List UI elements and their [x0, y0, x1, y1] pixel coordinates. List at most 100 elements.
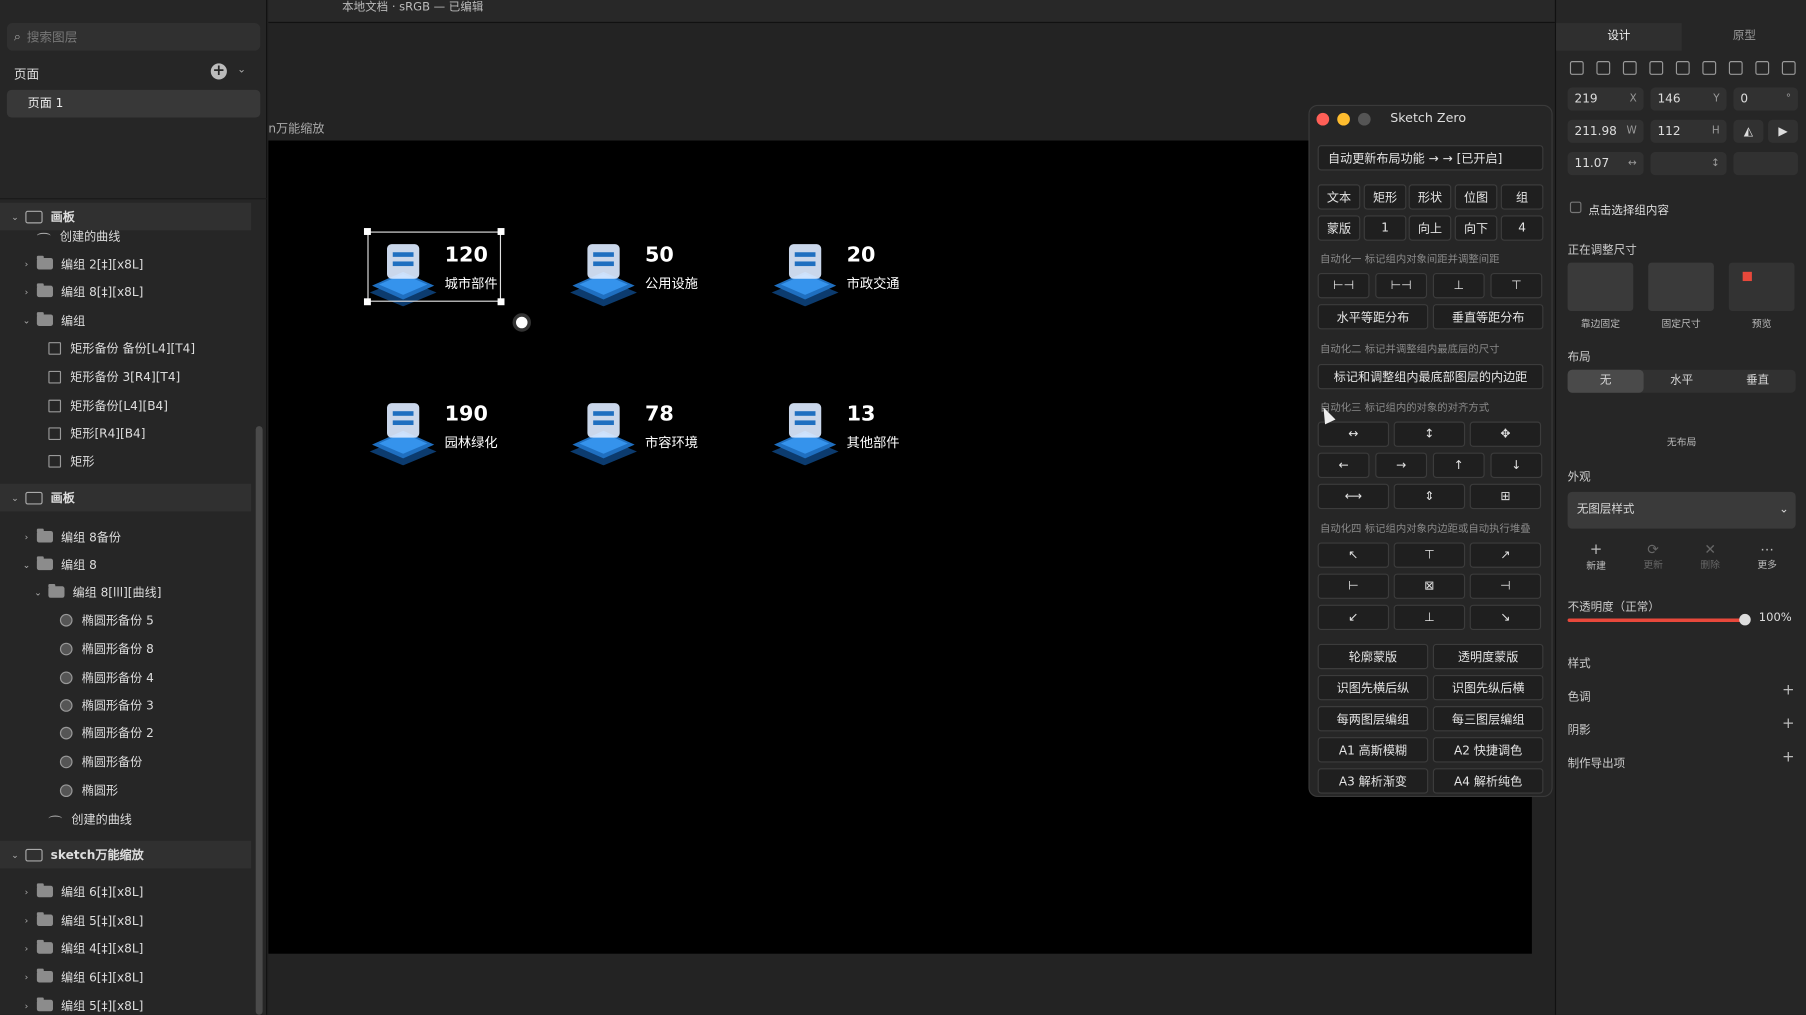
- chevron-down-icon[interactable]: ⌄: [9, 492, 21, 504]
- align-bottom-icon[interactable]: ↓: [1490, 452, 1543, 478]
- layer-row[interactable]: 椭圆形备份 4: [0, 663, 251, 691]
- layer-row[interactable]: › 编组 8备份: [0, 523, 251, 551]
- opacity-value[interactable]: 100%: [1759, 612, 1792, 625]
- new-style-button[interactable]: + 新建: [1586, 541, 1606, 572]
- layer-row[interactable]: 创建的曲线: [0, 805, 251, 833]
- auto-update-button[interactable]: 自动更新布局功能 → → [已开启]: [1317, 145, 1544, 171]
- plugin-button[interactable]: 形状: [1408, 184, 1452, 210]
- distribute-vertical-button[interactable]: 垂直等距分布: [1432, 304, 1544, 330]
- stat-tile[interactable]: 20 市政交通: [769, 233, 942, 314]
- search-input[interactable]: 搜索图层: [27, 28, 78, 46]
- layer-row[interactable]: 椭圆形备份 2: [0, 719, 251, 747]
- plugin-action-button[interactable]: 轮廓蒙版: [1317, 643, 1429, 670]
- plugin-action-button[interactable]: A2 快捷调色: [1432, 737, 1544, 763]
- layer-row[interactable]: › 编组 6[‡][x8L]: [0, 963, 251, 991]
- layer-row[interactable]: 椭圆形: [0, 776, 251, 804]
- click-select-checkbox[interactable]: [1569, 201, 1582, 214]
- delete-style-button[interactable]: ✕ 删除: [1700, 541, 1720, 572]
- chevron-right-icon[interactable]: ›: [21, 258, 33, 270]
- left-icon[interactable]: ⊢: [1317, 573, 1390, 599]
- layout-horizontal[interactable]: 水平: [1644, 370, 1720, 393]
- resize-handle[interactable]: [363, 228, 371, 235]
- resize-handle[interactable]: [497, 298, 505, 306]
- add-page-icon[interactable]: +: [210, 63, 227, 80]
- zoom-window-icon[interactable]: [1357, 112, 1371, 126]
- layer-row[interactable]: ⌄ sketch万能缩放: [0, 840, 252, 869]
- scrollbar[interactable]: [255, 426, 263, 1015]
- fill-height-icon[interactable]: ⇕: [1393, 483, 1466, 510]
- align-vcenter-icon[interactable]: ↕: [1393, 421, 1466, 447]
- layer-row[interactable]: 椭圆形备份 5: [0, 606, 251, 634]
- chevron-down-icon[interactable]: ⌄: [9, 211, 21, 223]
- resize-handle[interactable]: [497, 228, 505, 235]
- layer-row[interactable]: › 编组 2[‡][x8L]: [0, 250, 251, 278]
- distribute-horizontal-button[interactable]: 水平等距分布: [1317, 304, 1429, 330]
- add-export-icon[interactable]: +: [1782, 749, 1795, 766]
- pin-to-edge-option[interactable]: [1567, 262, 1634, 311]
- plugin-button[interactable]: 4: [1500, 215, 1544, 241]
- layer-row[interactable]: ⌄ 编组: [0, 306, 251, 334]
- resize-handle[interactable]: [363, 298, 371, 306]
- layer-row[interactable]: ⌄ 编组 8: [0, 551, 251, 579]
- plugin-button[interactable]: 向下: [1454, 215, 1498, 241]
- layer-style-select[interactable]: 无图层样式 ⌄: [1567, 491, 1796, 529]
- add-tint-icon[interactable]: +: [1782, 682, 1795, 699]
- layer-row[interactable]: ⌄ 画板: [0, 483, 252, 512]
- align-icon[interactable]: [1702, 61, 1717, 75]
- chevron-right-icon[interactable]: ›: [21, 942, 33, 954]
- layout-none[interactable]: 无: [1567, 369, 1644, 393]
- plugin-button[interactable]: 文本: [1317, 184, 1361, 210]
- plugin-button[interactable]: 1: [1363, 215, 1407, 241]
- layer-row[interactable]: 矩形[R4][B4]: [0, 419, 251, 447]
- layer-row[interactable]: ⌄ 编组 8[lll][曲线]: [0, 578, 251, 606]
- tab-prototype[interactable]: 原型: [1682, 23, 1806, 51]
- layer-row[interactable]: 矩形备份[L4][B4]: [0, 392, 251, 420]
- flip-horizontal-icon[interactable]: ◭: [1733, 119, 1764, 143]
- bottom-right-icon[interactable]: ↘: [1469, 604, 1542, 631]
- align-icon[interactable]: [1728, 61, 1743, 75]
- chevron-down-icon[interactable]: ⌄: [9, 849, 21, 861]
- height-field[interactable]: 112 H: [1650, 119, 1727, 143]
- plugin-button[interactable]: 蒙版: [1317, 215, 1361, 241]
- padding-button[interactable]: 标记和调整组内最底部图层的内边距: [1317, 363, 1544, 390]
- rotate-handle[interactable]: [512, 313, 531, 332]
- preview-option[interactable]: [1728, 262, 1795, 311]
- align-icon[interactable]: [1755, 61, 1770, 75]
- plugin-action-button[interactable]: A1 高斯模糊: [1317, 737, 1429, 763]
- close-window-icon[interactable]: [1316, 112, 1330, 126]
- top-right-icon[interactable]: ↗: [1469, 542, 1542, 568]
- flip-vertical-icon[interactable]: ▶: [1768, 119, 1798, 143]
- opacity-slider[interactable]: [1567, 618, 1750, 622]
- bottom-left-icon[interactable]: ↙: [1317, 604, 1390, 631]
- layer-row[interactable]: 创建的曲线: [0, 222, 251, 250]
- fixed-size-option[interactable]: [1648, 262, 1714, 311]
- top-left-icon[interactable]: ↖: [1317, 542, 1390, 568]
- opacity-slider-thumb[interactable]: [1739, 613, 1751, 626]
- spacing-h-icon[interactable]: ⊢⊣: [1317, 272, 1370, 299]
- plugin-button[interactable]: 组: [1500, 184, 1544, 210]
- align-right-icon[interactable]: →: [1375, 452, 1428, 478]
- spacing-v-icon[interactable]: ⊥: [1432, 272, 1485, 299]
- chevron-down-icon[interactable]: ⌄: [21, 314, 33, 326]
- layer-row[interactable]: 矩形备份 备份[L4][T4]: [0, 334, 251, 362]
- update-style-button[interactable]: ⟳ 更新: [1643, 541, 1663, 572]
- layer-row[interactable]: › 编组 6[‡][x8L]: [0, 878, 251, 906]
- fill-width-icon[interactable]: ⟷: [1317, 483, 1390, 510]
- stat-tile[interactable]: 13 其他部件: [769, 392, 942, 473]
- chevron-right-icon[interactable]: ›: [21, 1000, 33, 1012]
- layout-vertical[interactable]: 垂直: [1720, 370, 1796, 393]
- selection-box[interactable]: [367, 231, 502, 302]
- top-icon[interactable]: ⊤: [1393, 542, 1466, 568]
- chevron-right-icon[interactable]: ›: [21, 286, 33, 298]
- layer-row[interactable]: › 编组 8[‡][x8L]: [0, 278, 251, 306]
- chevron-right-icon[interactable]: ›: [21, 886, 33, 898]
- bottom-icon[interactable]: ⊥: [1393, 604, 1466, 631]
- y-field[interactable]: 146 Y: [1650, 87, 1727, 111]
- plugin-action-button[interactable]: A3 解析渐变: [1317, 768, 1429, 794]
- layer-row[interactable]: 椭圆形备份: [0, 748, 251, 776]
- plugin-action-button[interactable]: A4 解析纯色: [1432, 768, 1544, 794]
- tab-design[interactable]: 设计: [1556, 23, 1682, 51]
- more-button[interactable]: ⋯ 更多: [1757, 541, 1777, 572]
- layer-row[interactable]: › 编组 5[‡][x8L]: [0, 992, 251, 1015]
- align-icon[interactable]: [1569, 61, 1584, 75]
